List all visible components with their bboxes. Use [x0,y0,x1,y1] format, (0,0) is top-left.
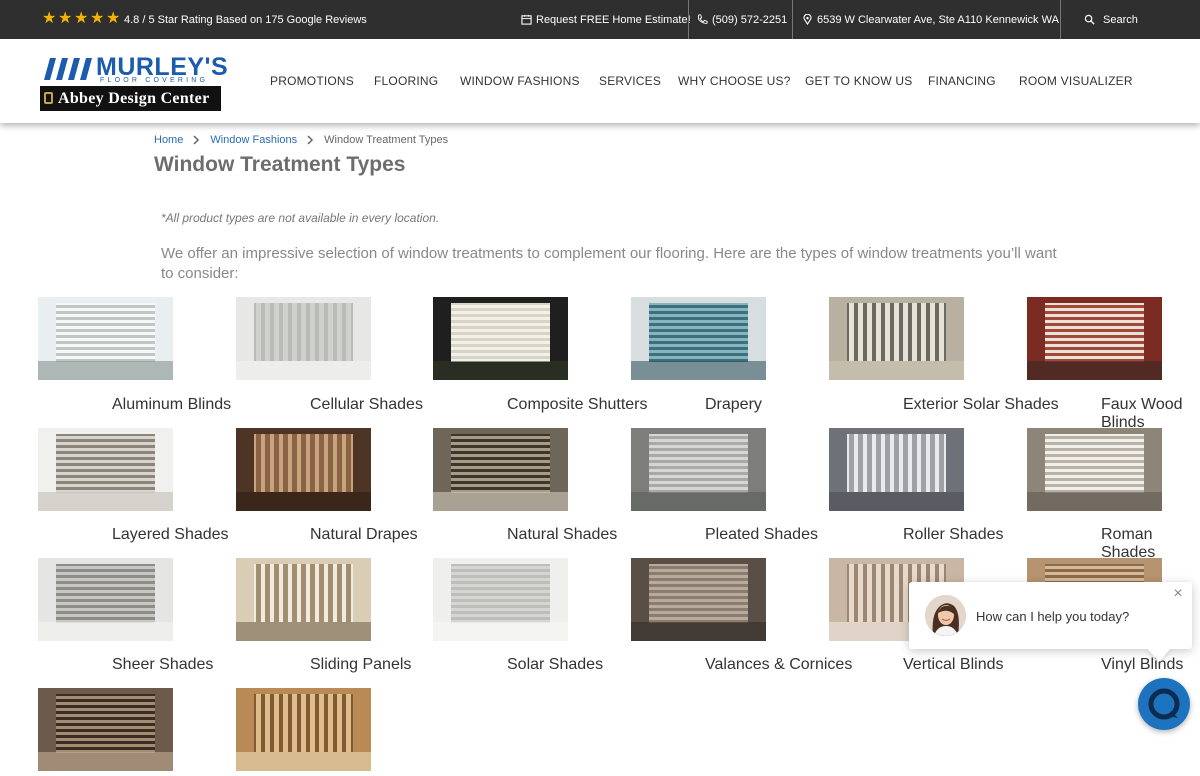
star-icon: ★ [90,10,105,27]
agent-avatar [925,595,966,636]
breadcrumb-current: Window Treatment Types [324,134,449,146]
chat-icon [1148,688,1180,720]
chat-bubble-tail [1147,648,1171,662]
product-label[interactable]: Layered Shades [112,526,229,544]
phone-link[interactable]: (509) 572-2251 [697,0,787,39]
star-icon: ★ [58,10,73,27]
product-image[interactable] [631,297,766,380]
chevron-right-icon [307,135,314,145]
close-icon[interactable]: × [1172,586,1184,602]
product-label[interactable]: Sliding Panels [310,656,411,674]
address-label: 6539 W Clearwater Ave, Ste A110 Kennewic… [817,13,1059,26]
product-label[interactable]: Roller Shades [903,526,1004,544]
product-image[interactable] [38,297,173,380]
search-icon [1084,14,1095,25]
nav-get-to-know-us[interactable]: GET TO KNOW US [805,74,912,88]
product-image[interactable] [236,688,371,771]
product-label[interactable]: Natural Drapes [310,526,418,544]
intro-text: We offer an impressive selection of wind… [161,245,1057,282]
product-image[interactable] [236,428,371,511]
product-image[interactable] [38,428,173,511]
nav-financing[interactable]: FINANCING [928,74,996,88]
divider [1060,0,1061,39]
product-label[interactable]: Exterior Solar Shades [903,396,1059,414]
nav-room-visualizer[interactable]: ROOM VISUALIZER [1019,74,1133,88]
product-image[interactable] [433,558,568,641]
nav-window-fashions[interactable]: WINDOW FASHIONS [460,74,580,88]
site-header: MURLEY'S FLOOR COVERING Abbey Design Cen… [0,39,1200,123]
star-icon: ★ [42,10,57,27]
product-label[interactable]: Aluminum Blinds [112,396,231,414]
product-image[interactable] [433,297,568,380]
calendar-icon [521,14,532,25]
star-icon: ★ [106,10,121,27]
product-label[interactable]: Faux Wood Blinds [1101,396,1200,432]
product-image[interactable] [829,297,964,380]
product-label[interactable]: Vinyl Blinds [1101,656,1183,674]
product-image[interactable] [433,428,568,511]
breadcrumb-home[interactable]: Home [154,134,183,146]
product-label[interactable]: Valances & Cornices [705,656,852,674]
top-bar: ★ ★ ★ ★ ★ 4.8 / 5 Star Rating Based on 1… [0,0,1200,39]
product-label[interactable]: Vertical Blinds [903,656,1004,674]
product-image[interactable] [631,558,766,641]
phone-icon [697,14,708,24]
star-icon: ★ [74,10,89,27]
product-label[interactable]: Natural Shades [507,526,617,544]
availability-note: *All product types are not available in … [161,211,440,225]
nav-flooring[interactable]: FLOORING [374,74,438,88]
chat-message: How can I help you today? [976,609,1130,624]
page-title: Window Treatment Types [154,153,406,176]
product-image[interactable] [236,558,371,641]
rating-stars: ★ ★ ★ ★ ★ [42,10,121,27]
chevron-right-icon [193,135,200,145]
product-image[interactable] [38,688,173,771]
nav-why-choose-us[interactable]: WHY CHOOSE US? [678,74,791,88]
product-image[interactable] [1027,428,1162,511]
divider [792,0,793,39]
product-label[interactable]: Cellular Shades [310,396,423,414]
product-image[interactable] [631,428,766,511]
product-label[interactable]: Roman Shades [1101,526,1200,562]
product-label[interactable]: Solar Shades [507,656,603,674]
breadcrumb: Home Window Fashions Window Treatment Ty… [154,134,448,146]
rating-text[interactable]: 4.8 / 5 Star Rating Based on 175 Google … [124,14,367,26]
breadcrumb-window-fashions[interactable]: Window Fashions [210,134,297,146]
phone-label: (509) 572-2251 [712,13,788,26]
map-pin-icon [803,14,812,25]
search-button[interactable]: Search [1084,0,1138,39]
product-image[interactable] [829,428,964,511]
estimate-link[interactable]: Request FREE Home Estimate! [521,0,691,39]
chat-launcher-button[interactable] [1138,678,1190,730]
product-image[interactable] [1027,297,1162,380]
chat-prompt[interactable]: How can I help you today? × [909,582,1192,662]
product-label[interactable]: Pleated Shades [705,526,818,544]
product-label[interactable]: Composite Shutters [507,396,648,414]
nav-services[interactable]: SERVICES [599,74,661,88]
divider [688,0,689,39]
main-nav: PROMOTIONS FLOORING WINDOW FASHIONS SERV… [0,39,1200,123]
product-label[interactable]: Drapery [705,396,762,414]
address-link[interactable]: 6539 W Clearwater Ave, Ste A110 Kennewic… [802,0,1059,39]
product-label[interactable]: Sheer Shades [112,656,213,674]
search-label: Search [1103,13,1138,26]
product-image[interactable] [38,558,173,641]
nav-promotions[interactable]: PROMOTIONS [270,74,354,88]
product-image[interactable] [236,297,371,380]
estimate-label: Request FREE Home Estimate! [536,13,691,26]
